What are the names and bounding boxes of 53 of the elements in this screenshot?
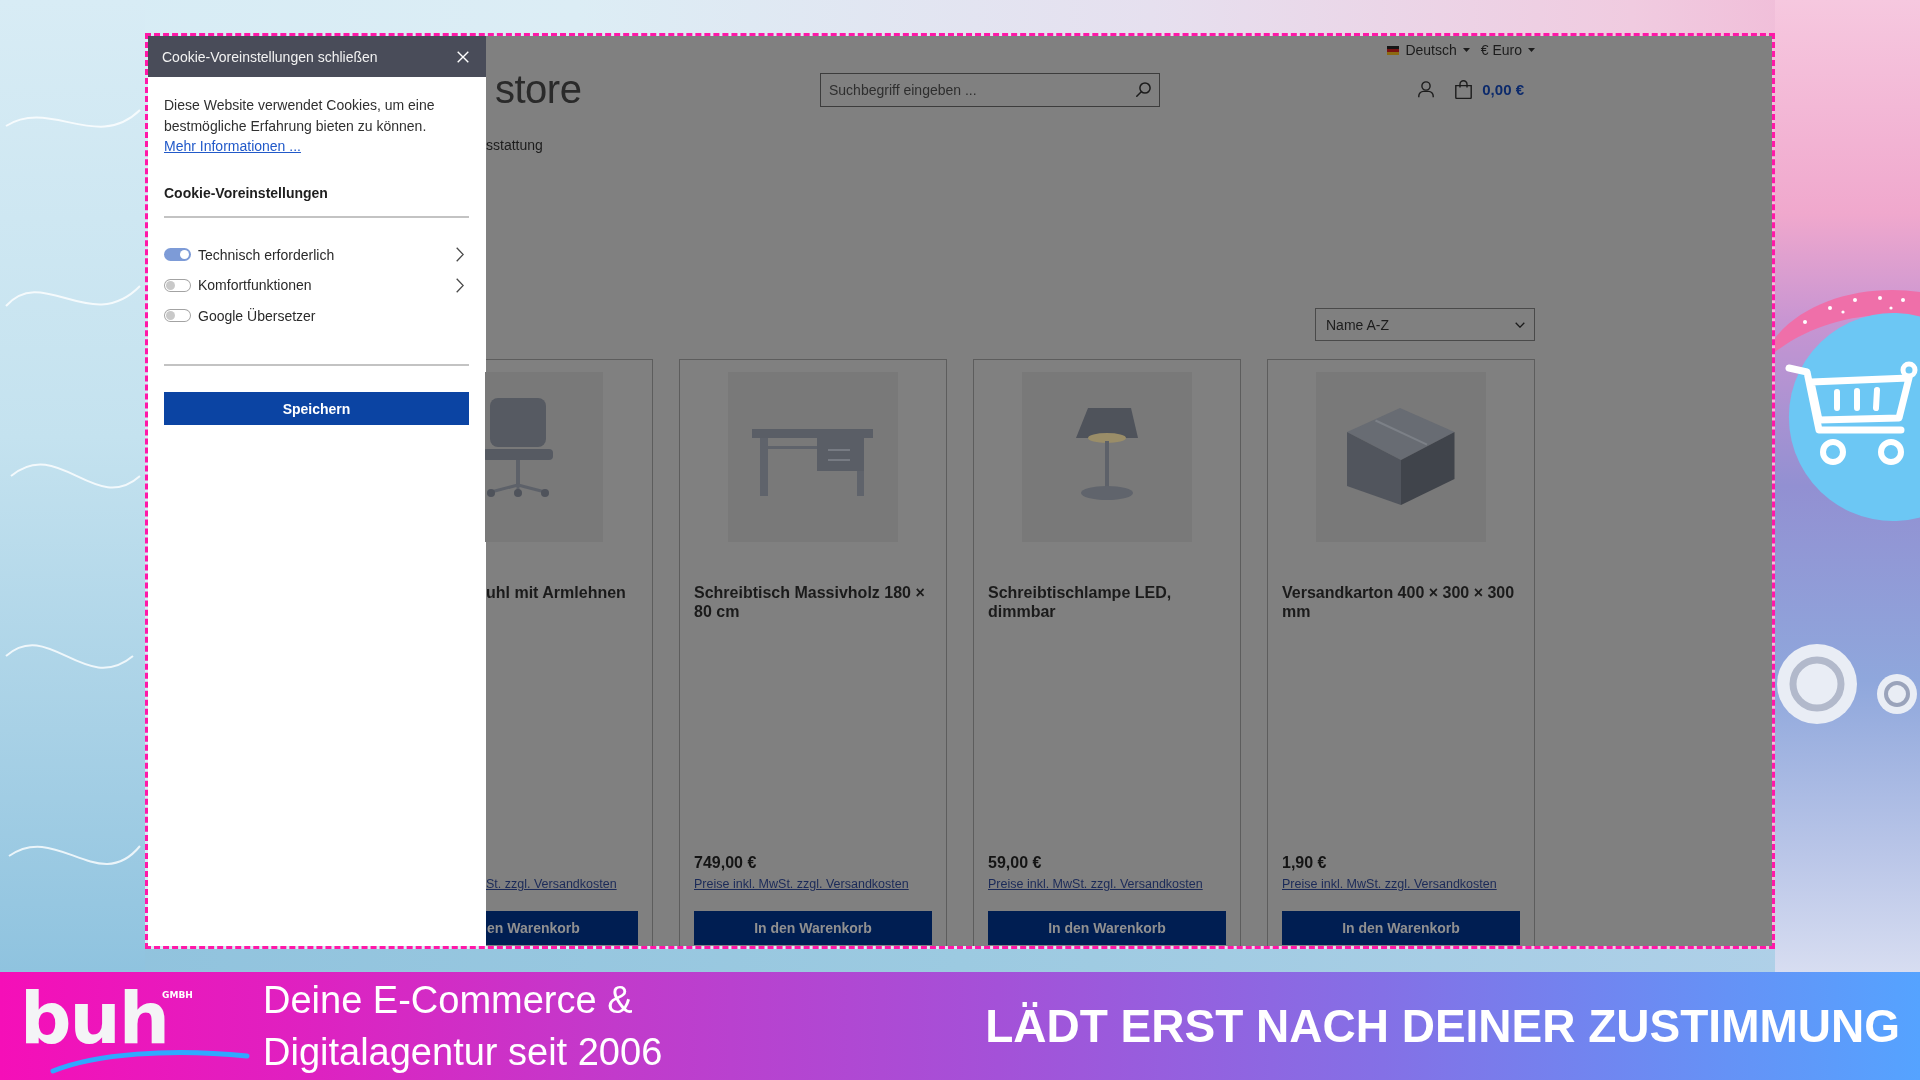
search-field[interactable]: Suchbegriff eingeben ... — [820, 72, 1160, 107]
store-logo: store — [495, 71, 582, 108]
toggle-switch[interactable] — [164, 248, 191, 262]
product-title: uhl mit Armlehnen — [486, 583, 627, 602]
add-to-cart-button[interactable]: In den Warenkorb — [988, 911, 1226, 945]
caret-icon — [1528, 48, 1535, 52]
close-icon — [457, 50, 469, 63]
add-to-cart-button[interactable]: In den Warenkorb — [1282, 911, 1520, 945]
currency-selector[interactable]: € Euro — [1480, 41, 1535, 59]
chevron-right-icon[interactable] — [456, 277, 464, 293]
flag-icon — [1387, 45, 1400, 55]
user-icon[interactable] — [1418, 81, 1435, 98]
dotted-band-icon — [1775, 290, 1920, 352]
product-price: 749,00 € — [694, 853, 757, 872]
toggle-label: Google Übersetzer — [198, 306, 317, 325]
toggle-label: Technisch erforderlich — [198, 245, 336, 264]
lamp-icon — [1022, 372, 1192, 542]
toggle-label: Komfortfunktionen — [198, 276, 313, 295]
box-icon — [1316, 372, 1486, 542]
price-note-link[interactable]: St. zzgl. Versandkosten — [486, 877, 617, 892]
save-button[interactable]: Speichern — [164, 392, 469, 425]
section-heading: Cookie-Voreinstellungen — [164, 184, 329, 202]
product-price: 59,00 € — [988, 853, 1042, 872]
swoosh-icon — [50, 1048, 250, 1074]
shopping-bag-icon — [1455, 80, 1473, 99]
sort-dropdown[interactable]: Name A-Z — [1315, 308, 1535, 341]
language-selector[interactable]: Deutsch — [1387, 41, 1470, 59]
caret-icon — [1462, 48, 1470, 52]
product-price: 1,90 € — [1282, 853, 1327, 872]
more-info-link[interactable]: Mehr Informationen ... — [164, 136, 301, 157]
cart-icon — [1785, 313, 1920, 521]
ring-icon — [1777, 644, 1857, 724]
price-note-link[interactable]: Preise inkl. MwSt. zzgl. Versandkosten — [988, 877, 1203, 892]
tagline: Deine E-Commerce & Digitalagentur seit 2006 — [263, 978, 664, 1075]
headline: LÄDT ERST NACH DEINER ZUSTIMMUNG — [985, 1000, 1900, 1052]
toggle-switch[interactable] — [164, 278, 191, 292]
panel-title: Cookie-Voreinstellungen schließen — [162, 47, 378, 66]
nav-link[interactable]: sstattung — [486, 136, 543, 154]
price-note-link[interactable]: Preise inkl. MwSt. zzgl. Versandkosten — [1282, 877, 1497, 892]
product-title: Schreibtisch Massivholz 180 × 80 cm — [694, 583, 926, 621]
product-title: Schreibtischlampe LED, dimmbar — [988, 583, 1173, 621]
intro-text: Diese Website verwendet Cookies, um eine bestmögliche Erfahrung bieten zu können. — [164, 96, 436, 136]
desk-icon — [728, 372, 898, 542]
product-title: Versandkarton 400 × 300 × 300 mm — [1282, 583, 1516, 621]
toggle-switch[interactable] — [164, 309, 191, 323]
chevron-right-icon[interactable] — [456, 247, 464, 263]
search-icon[interactable] — [1136, 81, 1151, 97]
ring-icon — [1877, 674, 1917, 714]
add-to-cart-button[interactable]: en Warenkorb — [486, 911, 638, 945]
add-to-cart-button[interactable]: In den Warenkorb — [694, 911, 932, 945]
cart-button[interactable]: 0,00 € — [1455, 80, 1524, 99]
price-note-link[interactable]: Preise inkl. MwSt. zzgl. Versandkosten — [694, 877, 909, 892]
chevron-down-icon — [1515, 321, 1525, 328]
